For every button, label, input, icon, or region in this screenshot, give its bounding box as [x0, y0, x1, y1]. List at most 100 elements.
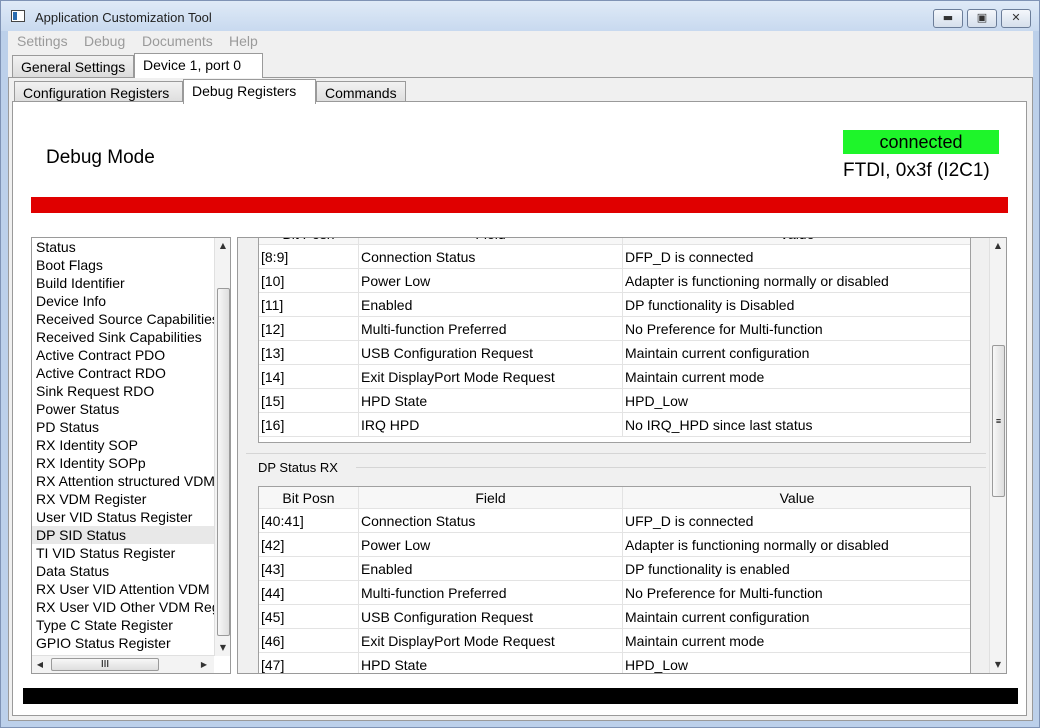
field-cell: Multi-function Preferred — [359, 317, 623, 341]
table-row[interactable]: [13] USB Configuration Request Maintain cu… — [259, 341, 970, 365]
scroll-up-icon[interactable]: ▲ — [990, 238, 1006, 254]
table-row[interactable]: [10] Power Low Adapter is functioning norm… — [259, 269, 970, 293]
debug-registers-panel: Debug Mode connected FTDI, 0x3f (I2C1) S… — [12, 101, 1027, 716]
minimize-icon[interactable]: ▬ — [933, 9, 963, 28]
title-bar: Application Customization Tool ▬ ▣ ✕ — [1, 1, 1039, 31]
menu-settings[interactable]: Settings — [17, 33, 68, 49]
register-details-pane: Bit Posn Field Value [8:9]Connection Sta… — [237, 237, 1007, 674]
table-row[interactable]: [46] Exit DisplayPort Mode Request Maintai… — [259, 629, 970, 653]
menu-bar: Settings Debug Documents Help — [8, 31, 1033, 52]
sub-tab-row: Configuration Registers Debug Registers … — [8, 79, 1033, 104]
field-cell: Enabled — [359, 557, 623, 581]
scroll-up-icon[interactable]: ▲ — [215, 238, 230, 254]
value-cell: Adapter is functioning normally or disab… — [625, 273, 889, 289]
hscroll-thumb[interactable]: III — [51, 658, 159, 671]
list-item[interactable]: TI VID Status Register — [32, 544, 214, 562]
table-row[interactable]: [44] Multi-function Preferred No Preferenc… — [259, 581, 970, 605]
register-list-items: Status Boot Flags Build Identifier Device I… — [32, 238, 214, 656]
table-row[interactable]: [43] Enabled DP functionality is enabled — [259, 557, 970, 581]
table-header: Bit Posn Field Value — [259, 238, 970, 245]
value-cell: Maintain current mode — [625, 369, 765, 385]
maximize-icon[interactable]: ▣ — [967, 9, 997, 28]
table-row[interactable]: [47] HPD State HPD_Low — [259, 653, 970, 673]
scroll-right-icon[interactable]: ▶ — [196, 657, 212, 673]
table-row[interactable]: [16] IRQ HPD No IRQ_HPD since last status — [259, 413, 970, 437]
field-cell: USB Configuration Request — [359, 341, 623, 365]
status-bar — [23, 688, 1018, 704]
dp-status-rx-table: Bit Posn Field Value [40:41] Connection S… — [258, 486, 971, 673]
menu-debug[interactable]: Debug — [84, 33, 125, 49]
table-row[interactable]: [15] HPD State HPD_Low — [259, 389, 970, 413]
column-header-value: Value — [623, 238, 970, 245]
table-row[interactable]: [45] USB Configuration Request Maintain cu… — [259, 605, 970, 629]
tab-commands[interactable]: Commands — [316, 81, 406, 103]
list-item[interactable]: DP SID Status — [32, 526, 214, 544]
table-row[interactable]: [11] Enabled DP functionality is Disabled — [259, 293, 970, 317]
menu-documents[interactable]: Documents — [142, 33, 213, 49]
list-item[interactable]: Sink Request RDO — [32, 382, 214, 400]
list-item[interactable]: Active Contract PDO — [32, 346, 214, 364]
table-row[interactable]: [40:41] Connection Status UFP_D is connect… — [259, 509, 970, 533]
list-item[interactable]: User VID Status Register — [32, 508, 214, 526]
bit-position-cell: [13] — [259, 341, 359, 365]
bit-position-cell: [47] — [259, 653, 359, 673]
value-cell: Maintain current configuration — [625, 345, 810, 361]
field-cell: Exit DisplayPort Mode Request — [359, 629, 623, 653]
table-row[interactable]: [14] Exit DisplayPort Mode Request Maintai… — [259, 365, 970, 389]
list-item[interactable]: RX User VID Attention VDM Register — [32, 580, 214, 598]
table-row[interactable]: [8:9] Connection Status DFP_D is connected — [259, 245, 970, 269]
list-item[interactable]: Device Info — [32, 292, 214, 310]
field-cell: Power Low — [359, 533, 623, 557]
list-item[interactable]: RX VDM Register — [32, 490, 214, 508]
table-row[interactable]: [42] Power Low Adapter is functioning norm… — [259, 533, 970, 557]
list-item[interactable]: Power Status — [32, 400, 214, 418]
status-badge: connected — [843, 130, 999, 154]
column-header-bit: Bit Posn — [259, 238, 359, 245]
client-area: Settings Debug Documents Help General Se… — [8, 31, 1033, 721]
register-list-vscroll[interactable]: ▲ ▼ — [214, 238, 230, 656]
dp-status-tx-table: Bit Posn Field Value [8:9]Connection Sta… — [258, 238, 971, 443]
list-item[interactable]: Received Sink Capabilities — [32, 328, 214, 346]
list-item[interactable]: RX Attention structured VDM — [32, 472, 214, 490]
field-cell: IRQ HPD — [359, 413, 623, 437]
scroll-down-icon[interactable]: ▼ — [990, 657, 1006, 673]
list-item[interactable]: Boot Flags — [32, 256, 214, 274]
bit-position-cell: [8:9] — [259, 245, 359, 269]
scroll-down-icon[interactable]: ▼ — [215, 640, 230, 656]
bit-position-cell: [15] — [259, 389, 359, 413]
list-item[interactable]: Type C State Register — [32, 616, 214, 634]
table-row[interactable]: [12] Multi-function Preferred No Preferenc… — [259, 317, 970, 341]
list-item[interactable]: Received Source Capabilities — [32, 310, 214, 328]
tab-device-port[interactable]: Device 1, port 0 — [134, 53, 263, 78]
list-item[interactable]: RX Identity SOPp — [32, 454, 214, 472]
field-cell: Power Low — [359, 269, 623, 293]
details-vscroll[interactable]: ▲ ≡ ▼ — [989, 238, 1006, 673]
tab-debug-registers[interactable]: Debug Registers — [183, 79, 316, 104]
menu-help[interactable]: Help — [229, 33, 258, 49]
list-item[interactable]: GPIO Status Register — [32, 634, 214, 652]
scroll-thumb[interactable] — [217, 288, 230, 636]
list-item[interactable]: Active Contract RDO — [32, 364, 214, 382]
list-item[interactable]: Build Identifier — [32, 274, 214, 292]
register-list-hscroll[interactable]: ◀ III ▶ — [32, 655, 214, 673]
register-list[interactable]: Status Boot Flags Build Identifier Device I… — [31, 237, 231, 674]
value-cell: Adapter is functioning normally or disab… — [625, 537, 889, 553]
value-cell: No Preference for Multi-function — [625, 321, 823, 337]
value-cell: HPD_Low — [625, 657, 689, 673]
scroll-thumb[interactable]: ≡ — [992, 345, 1005, 497]
bit-position-cell: [16] — [259, 413, 359, 437]
list-item[interactable]: RX User VID Other VDM Register — [32, 598, 214, 616]
list-item[interactable]: PD Status — [32, 418, 214, 436]
scroll-left-icon[interactable]: ◀ — [32, 657, 48, 673]
close-icon[interactable]: ✕ — [1001, 9, 1031, 28]
bit-position-cell: [42] — [259, 533, 359, 557]
list-item[interactable]: RX Identity SOP — [32, 436, 214, 454]
list-item[interactable]: Status — [32, 238, 214, 256]
tab-configuration-registers[interactable]: Configuration Registers — [14, 81, 183, 103]
value-cell: UFP_D is connected — [625, 513, 754, 529]
bit-position-cell: [45] — [259, 605, 359, 629]
column-header-field: Field — [359, 238, 623, 245]
tab-general-settings[interactable]: General Settings — [12, 55, 134, 77]
column-header-bit: Bit Posn — [259, 487, 359, 509]
list-item[interactable]: Data Status — [32, 562, 214, 580]
